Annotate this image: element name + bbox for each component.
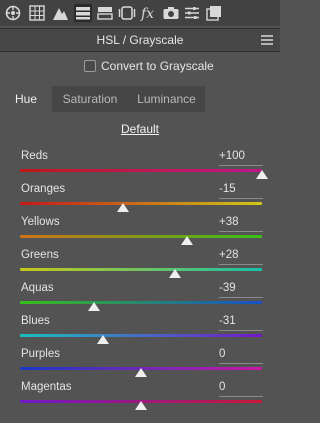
slider-thumb[interactable] [256, 170, 268, 179]
slider-track[interactable] [20, 268, 262, 271]
slider-label: Greens [21, 249, 59, 261]
value-underline [219, 264, 263, 265]
slider-row-oranges: Oranges -15 [0, 183, 280, 215]
slider-thumb[interactable] [87, 302, 100, 311]
slider-thumb[interactable] [180, 236, 193, 245]
tone-curve-icon[interactable] [28, 4, 46, 22]
tab-hue[interactable]: Hue [0, 86, 52, 112]
slider-value-field[interactable]: -31 [219, 315, 263, 327]
split-toning-icon[interactable] [96, 4, 114, 22]
slider-thumb[interactable] [97, 335, 110, 344]
slider-label: Oranges [21, 183, 66, 195]
slider-label: Yellows [21, 216, 60, 228]
camera-icon[interactable] [162, 4, 180, 22]
value-underline [219, 231, 263, 232]
fx-icon[interactable]: fx [140, 4, 158, 22]
svg-text:fx: fx [140, 6, 154, 22]
slider-thumb[interactable] [116, 203, 129, 212]
panel-menu-icon[interactable] [260, 33, 274, 45]
slider-thumb[interactable] [168, 269, 181, 278]
grayscale-checkbox[interactable] [84, 60, 96, 72]
slider-row-yellows: Yellows +38 [0, 216, 280, 248]
slider-label: Aquas [21, 282, 54, 294]
slider-value-field[interactable]: +38 [219, 216, 263, 228]
slider-row-magentas: Magentas 0 [0, 381, 280, 413]
panel-title: HSL / Grayscale [96, 33, 184, 47]
slider-thumb[interactable] [135, 401, 147, 410]
snapshots-icon[interactable] [205, 4, 223, 22]
value-underline [219, 363, 263, 364]
slider-row-blues: Blues -31 [0, 315, 280, 347]
default-button[interactable]: Default [0, 122, 280, 136]
panel-toolbar: fx [0, 0, 280, 26]
panel-header: HSL / Grayscale [0, 28, 280, 52]
lens-icon[interactable] [118, 4, 136, 22]
slider-value-field[interactable]: +100 [219, 150, 263, 162]
slider-label: Reds [21, 150, 48, 162]
slider-track[interactable] [20, 235, 262, 238]
slider-thumb[interactable] [135, 368, 147, 377]
basic-icon[interactable] [4, 4, 22, 22]
slider-label: Magentas [21, 381, 72, 393]
slider-track[interactable] [20, 202, 262, 205]
tab-strip-fill [205, 86, 280, 112]
value-underline [219, 198, 263, 199]
detail-icon[interactable] [51, 4, 69, 22]
slider-value-field[interactable]: +28 [219, 249, 263, 261]
grayscale-label: Convert to Grayscale [101, 59, 214, 73]
slider-row-aquas: Aquas -39 [0, 282, 280, 314]
value-underline [219, 297, 263, 298]
slider-row-greens: Greens +28 [0, 249, 280, 281]
hsl-icon[interactable] [74, 4, 92, 22]
value-underline [219, 165, 263, 166]
tab-saturation[interactable]: Saturation [52, 86, 128, 112]
slider-label: Blues [21, 315, 50, 327]
value-underline [219, 396, 263, 397]
slider-value-field[interactable]: -15 [219, 183, 263, 195]
slider-value-field[interactable]: 0 [219, 348, 263, 360]
slider-row-reds: Reds +100 [0, 150, 280, 182]
slider-row-purples: Purples 0 [0, 348, 280, 380]
presets-icon[interactable] [183, 4, 201, 22]
slider-track[interactable] [20, 301, 262, 304]
slider-value-field[interactable]: -39 [219, 282, 263, 294]
value-underline [219, 330, 263, 331]
slider-track[interactable] [20, 169, 262, 172]
slider-value-field[interactable]: 0 [219, 381, 263, 393]
slider-label: Purples [21, 348, 60, 360]
tab-luminance[interactable]: Luminance [128, 86, 205, 112]
slider-track[interactable] [20, 334, 262, 337]
